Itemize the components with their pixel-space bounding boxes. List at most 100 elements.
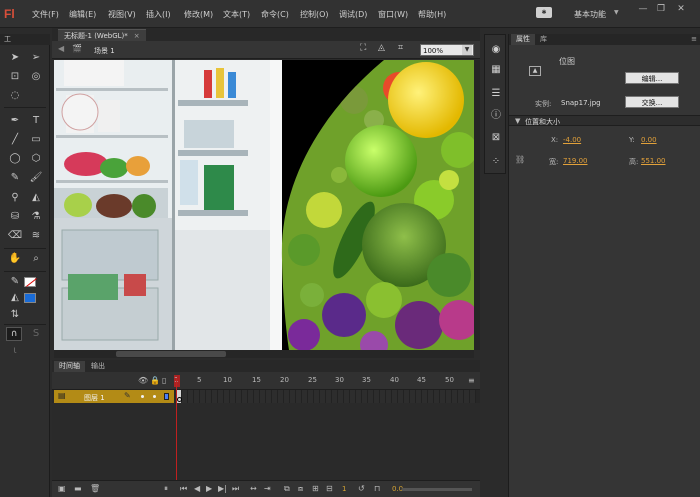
color-panel-icon[interactable]: ◉ (489, 43, 503, 57)
eraser-tool-icon[interactable]: ⌫ (7, 229, 23, 243)
eye-icon[interactable]: 👁 (138, 376, 148, 385)
zoom-select[interactable]: 100% ▼ (420, 44, 474, 56)
y-value[interactable]: 0.00 (641, 136, 657, 144)
edit-symbols-icon[interactable]: ◬ (378, 43, 385, 53)
tab-library[interactable]: 库 (535, 34, 552, 45)
visibility-dot[interactable] (141, 395, 144, 398)
lock-icon[interactable]: 🔒 (150, 376, 160, 385)
loop-icon[interactable]: ↔ (250, 484, 257, 493)
section-position-size[interactable]: ▼ 位置和大小 (509, 115, 700, 126)
menu-file[interactable]: 文件(F) (32, 9, 59, 20)
back-arrow-icon[interactable]: ◀ (58, 44, 64, 53)
chevron-down-icon[interactable]: ▼ (462, 45, 472, 55)
close-window-button[interactable]: ✕ (674, 3, 688, 15)
menu-insert[interactable]: 插入(I) (146, 9, 171, 20)
edit-button[interactable]: 编辑... (625, 72, 679, 84)
frame-zoom-slider[interactable] (402, 488, 472, 491)
new-layer-icon[interactable]: ▣ (58, 484, 66, 493)
go-last-icon[interactable]: ⏭ (232, 484, 239, 494)
swatches-panel-icon[interactable]: ▦ (489, 63, 503, 77)
zoom-tool-icon[interactable]: ⌕ (28, 252, 44, 266)
fill-color-swatch[interactable] (24, 293, 36, 303)
eyedropper-tool-icon[interactable]: ⚗ (28, 210, 44, 224)
menu-commands[interactable]: 命令(C) (261, 9, 289, 20)
new-folder-icon[interactable]: ▬ (74, 484, 82, 493)
close-tab-icon[interactable]: × (134, 32, 140, 40)
tab-output[interactable]: 输出 (86, 361, 110, 372)
document-tab[interactable]: 无标题-1 (WebGL)* × (58, 29, 146, 41)
3d-rotation-tool-icon[interactable]: ◎ (28, 70, 44, 84)
selection-tool-icon[interactable]: ➤ (7, 51, 23, 65)
workspace-switcher[interactable]: 基本功能 (574, 9, 606, 20)
free-transform-tool-icon[interactable]: ⊡ (7, 70, 23, 84)
swap-colors-icon[interactable]: ⇅ (7, 308, 23, 322)
layer-row[interactable]: ▤ 图层 1 ✎ (52, 390, 480, 403)
align-panel-icon[interactable]: ☰ (489, 87, 503, 101)
minimize-button[interactable]: — (636, 3, 650, 15)
menu-debug[interactable]: 调试(D) (339, 9, 367, 20)
go-first-icon[interactable]: ⏮ (180, 484, 187, 494)
scrollbar-thumb[interactable] (116, 351, 226, 357)
snap-to-objects-icon[interactable]: ∩ (6, 327, 22, 341)
fill-color-icon[interactable]: ◭ (7, 291, 23, 305)
menu-edit[interactable]: 编辑(E) (69, 9, 96, 20)
rectangle-tool-icon[interactable]: ▭ (28, 133, 44, 147)
sync-settings-icon[interactable]: ✱ (536, 7, 552, 18)
scene-label[interactable]: 场景 1 (94, 46, 115, 56)
onion-skin-icon[interactable]: ⧉ (284, 484, 290, 494)
brush-tool-icon[interactable]: 🖌 (28, 171, 44, 185)
pause-icon[interactable]: ⏸ (164, 484, 168, 494)
menu-modify[interactable]: 修改(M) (184, 9, 213, 20)
menu-control[interactable]: 控制(O) (300, 9, 329, 20)
layer-name-cell[interactable]: ▤ 图层 1 ✎ (54, 390, 174, 403)
link-icon[interactable]: ⛓ (515, 155, 525, 164)
layer-outline-color[interactable] (164, 393, 169, 400)
grid-icon[interactable]: ⌗ (398, 43, 403, 53)
tab-properties[interactable]: 属性 (511, 34, 535, 45)
chevron-down-icon[interactable]: ▼ (614, 9, 619, 16)
delete-layer-icon[interactable]: 🗑 (90, 484, 100, 493)
lock-dot[interactable] (153, 395, 156, 398)
onion-outline-icon[interactable]: ⧈ (298, 484, 303, 494)
onion-markers-icon[interactable]: ⊟ (326, 484, 333, 493)
smooth-icon[interactable]: S (28, 327, 44, 341)
play-icon[interactable]: ▶ (206, 484, 212, 493)
hand-tool-icon[interactable]: ✋ (7, 252, 23, 266)
menu-window[interactable]: 窗口(W) (378, 9, 408, 20)
panel-menu-icon[interactable]: ≡ (468, 376, 475, 385)
ink-bottle-tool-icon[interactable]: ⛁ (7, 210, 23, 224)
pen-tool-icon[interactable]: ✒ (7, 114, 23, 128)
menu-view[interactable]: 视图(V) (108, 9, 136, 20)
tab-timeline[interactable]: 时间轴 (54, 361, 85, 372)
x-value[interactable]: -4.00 (563, 136, 581, 144)
text-tool-icon[interactable]: T (28, 114, 44, 128)
polystar-tool-icon[interactable]: ⬡ (28, 152, 44, 166)
line-tool-icon[interactable]: ╱ (7, 133, 23, 147)
straighten-icon[interactable]: ɩ (7, 344, 23, 358)
transform-panel-icon[interactable]: ⊠ (489, 131, 503, 145)
paint-bucket-tool-icon[interactable]: ◭ (28, 191, 44, 205)
frames-track[interactable] (176, 390, 476, 403)
current-frame[interactable]: 1 (342, 485, 346, 493)
horizontal-scrollbar[interactable] (54, 350, 474, 358)
step-forward-icon[interactable]: ▶| (218, 484, 227, 493)
components-panel-icon[interactable]: ⁘ (489, 155, 503, 169)
restore-button[interactable]: ❐ (654, 3, 668, 15)
stroke-color-icon[interactable]: ✎ (7, 275, 23, 289)
panel-menu-icon[interactable]: ≡ (691, 35, 697, 43)
info-panel-icon[interactable]: ⓘ (489, 109, 503, 123)
height-value[interactable]: 551.00 (641, 157, 666, 165)
oval-tool-icon[interactable]: ◯ (7, 152, 23, 166)
rewind-icon[interactable]: ↺ (358, 484, 365, 493)
chevron-down-icon[interactable]: ▼ (515, 117, 520, 125)
outline-icon[interactable]: ▯ (162, 376, 166, 385)
menu-help[interactable]: 帮助(H) (418, 9, 446, 20)
stage-center-icon[interactable]: ⛶ (360, 43, 366, 53)
swap-button[interactable]: 交换... (625, 96, 679, 108)
edit-multiple-icon[interactable]: ⊞ (312, 484, 319, 493)
center-frame-icon[interactable]: ⇥ (264, 484, 271, 493)
bone-tool-icon[interactable]: ⚲ (7, 191, 23, 205)
width-value[interactable]: 719.00 (563, 157, 588, 165)
lasso-tool-icon[interactable]: ◌ (7, 89, 23, 103)
stage[interactable] (54, 60, 474, 350)
